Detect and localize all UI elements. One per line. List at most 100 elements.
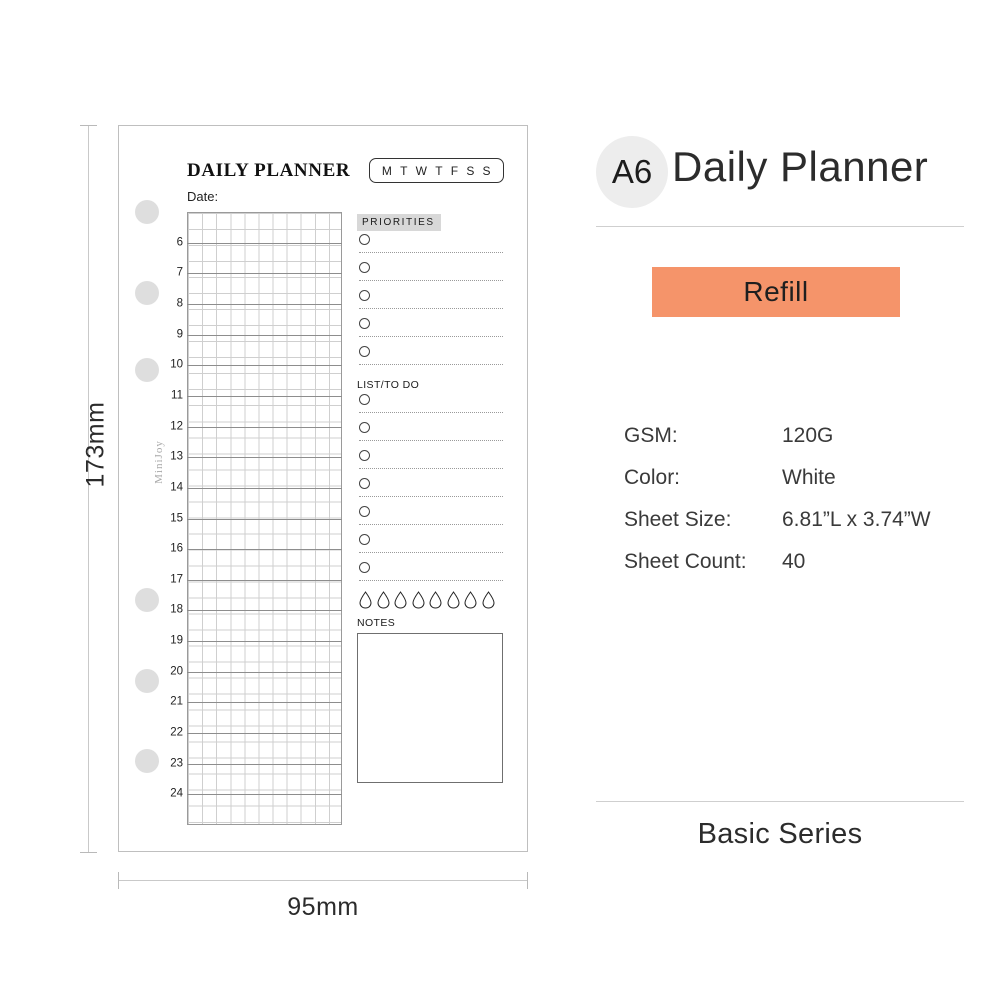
hour-label-23: 23 [170, 756, 183, 769]
todo-list [357, 391, 505, 587]
notes-heading: NOTES [357, 617, 396, 629]
priorities-heading-wrap: PRIORITIES [357, 212, 505, 231]
checkbox-circle-icon[interactable] [359, 394, 370, 405]
day-of-week-selector: MTWTFSS [369, 158, 504, 183]
todo-item-row[interactable] [357, 475, 505, 503]
day-letter-1[interactable]: T [400, 164, 408, 178]
hour-label-14: 14 [170, 481, 183, 494]
todo-item-row[interactable] [357, 419, 505, 447]
checkbox-circle-icon[interactable] [359, 318, 370, 329]
spec-key: GSM: [624, 424, 678, 447]
hour-label-17: 17 [170, 573, 183, 586]
day-letter-5[interactable]: S [466, 164, 475, 178]
hour-label-9: 9 [176, 327, 183, 340]
height-dimension-label: 173mm [81, 401, 110, 488]
width-dimension-cap-right [527, 872, 528, 889]
todo-item-row[interactable] [357, 447, 505, 475]
water-drop-icon[interactable] [429, 591, 442, 609]
water-drop-icon[interactable] [446, 591, 460, 609]
size-badge: A6 [596, 136, 668, 208]
priority-item-row[interactable] [357, 259, 505, 287]
hour-label-11: 11 [171, 389, 183, 402]
spec-row: Color: White [624, 466, 964, 490]
product-preview-pane: 173mm 95mm MiniJoy DAILY PLANNER MTWTFSS… [0, 0, 560, 1000]
height-dimension-cap-top [80, 125, 97, 126]
spec-value: 6.81”L x 3.74”W [782, 508, 931, 531]
water-drop-icon[interactable] [394, 591, 407, 609]
todo-item-row[interactable] [357, 531, 505, 559]
day-letter-6[interactable]: S [483, 164, 492, 178]
checkbox-circle-icon[interactable] [359, 534, 370, 545]
priority-item-row[interactable] [357, 343, 505, 371]
spec-row: Sheet Count: 40 [624, 550, 964, 574]
write-line [359, 580, 503, 581]
day-letter-2[interactable]: W [416, 164, 428, 178]
day-letter-3[interactable]: T [435, 164, 443, 178]
write-line [359, 252, 503, 253]
write-line [359, 552, 503, 553]
day-letter-0[interactable]: M [382, 164, 393, 178]
spec-value: White [782, 466, 836, 489]
series-label: Basic Series [697, 818, 863, 850]
product-title: Daily Planner [672, 143, 929, 190]
spec-value: 120G [782, 424, 834, 447]
spec-key: Sheet Size: [624, 508, 732, 531]
water-drop-icon[interactable] [481, 591, 495, 609]
hour-label-8: 8 [176, 297, 183, 310]
specification-list: GSM: 120G Color: White Sheet Size: 6.81”L x 3… [624, 424, 964, 592]
write-line [359, 364, 503, 365]
checkbox-circle-icon[interactable] [359, 506, 370, 517]
priority-item-row[interactable] [357, 231, 505, 259]
checkbox-circle-icon[interactable] [359, 234, 370, 245]
time-grid [187, 212, 342, 825]
spec-key: Sheet Count: [624, 550, 747, 573]
checkbox-circle-icon[interactable] [359, 422, 370, 433]
water-tracker-drops [357, 591, 505, 617]
hour-label-6: 6 [176, 235, 183, 248]
water-drop-icon[interactable] [376, 591, 390, 609]
priority-item-row[interactable] [357, 315, 505, 343]
divider-top [596, 226, 964, 227]
priority-item-row[interactable] [357, 287, 505, 315]
priorities-heading: PRIORITIES [357, 214, 441, 231]
day-letter-4[interactable]: F [451, 164, 459, 178]
hour-label-22: 22 [170, 726, 183, 739]
hour-label-10: 10 [170, 358, 183, 371]
write-line [359, 308, 503, 309]
planner-sheet: MiniJoy DAILY PLANNER MTWTFSS Date: 6789… [118, 125, 528, 852]
checkbox-circle-icon[interactable] [359, 290, 370, 301]
water-drop-icon[interactable] [411, 591, 425, 609]
divider-bottom [596, 801, 964, 802]
todo-item-row[interactable] [357, 391, 505, 419]
hour-label-21: 21 [170, 695, 183, 708]
write-line [359, 440, 503, 441]
hour-label-16: 16 [170, 542, 183, 555]
checkbox-circle-icon[interactable] [359, 346, 370, 357]
time-grid-section: 6 7 8 9 10 11 12 13 14 15 16 17 18 19 20 21 22 23 24 [170, 212, 342, 825]
checkbox-circle-icon[interactable] [359, 562, 370, 573]
todo-heading: LIST/TO DO [357, 379, 420, 391]
write-line [359, 496, 503, 497]
spec-value: 40 [782, 550, 806, 573]
planner-right-column: PRIORITIES LIST/TO DO NOTES [357, 212, 505, 783]
write-line [359, 468, 503, 469]
spec-row: GSM: 120G [624, 424, 964, 448]
width-dimension-label: 95mm [287, 893, 359, 921]
hour-label-12: 12 [170, 419, 183, 432]
water-drop-icon[interactable] [359, 591, 372, 609]
todo-item-row[interactable] [357, 503, 505, 531]
checkbox-circle-icon[interactable] [359, 262, 370, 273]
todo-item-row[interactable] [357, 559, 505, 587]
planner-title: DAILY PLANNER [187, 160, 351, 181]
write-line [359, 280, 503, 281]
water-drop-icon[interactable] [464, 591, 477, 609]
checkbox-circle-icon[interactable] [359, 450, 370, 461]
hour-label-24: 24 [170, 787, 183, 800]
write-line [359, 524, 503, 525]
hour-label-18: 18 [170, 603, 183, 616]
write-line [359, 336, 503, 337]
hour-label-column: 6 7 8 9 10 11 12 13 14 15 16 17 18 19 20 21 22 23 24 [151, 212, 183, 825]
hour-label-19: 19 [170, 634, 183, 647]
height-dimension-cap-bottom [80, 852, 97, 853]
checkbox-circle-icon[interactable] [359, 478, 370, 489]
